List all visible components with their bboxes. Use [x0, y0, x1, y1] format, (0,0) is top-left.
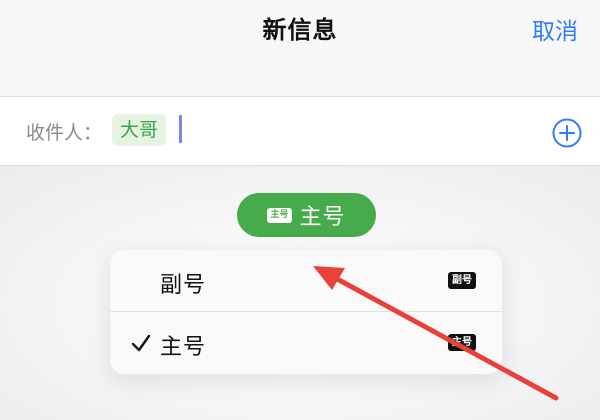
page-title: 新信息	[262, 16, 338, 44]
menu-item-secondary-line[interactable]: 副号 副号	[110, 250, 502, 312]
add-recipient-button[interactable]	[551, 117, 583, 149]
text-cursor	[179, 115, 182, 143]
new-message-screen: 新信息 取消 收件人： 大哥 主号 主号 副号 副号 主号 主号	[0, 0, 600, 420]
line-selector-label: 主号	[299, 205, 346, 230]
recipient-label: 收件人：	[26, 122, 103, 144]
menu-item-label: 副号	[160, 273, 207, 298]
checkmark-icon	[131, 334, 151, 352]
menu-item-primary-line[interactable]: 主号 主号	[110, 312, 502, 374]
line-badge: 主号	[448, 334, 476, 351]
recipient-chip[interactable]: 大哥	[112, 114, 167, 146]
line-badge: 主号	[267, 207, 292, 223]
line-selection-menu: 副号 副号 主号 主号	[110, 250, 502, 374]
plus-circle-icon	[552, 118, 582, 148]
cancel-button[interactable]: 取消	[532, 12, 578, 46]
line-badge: 副号	[448, 272, 476, 289]
navigation-bar: 新信息 取消	[0, 0, 600, 96]
line-selector-pill[interactable]: 主号 主号	[237, 193, 376, 237]
menu-item-label: 主号	[160, 335, 207, 360]
recipient-row[interactable]: 收件人： 大哥	[0, 96, 600, 166]
